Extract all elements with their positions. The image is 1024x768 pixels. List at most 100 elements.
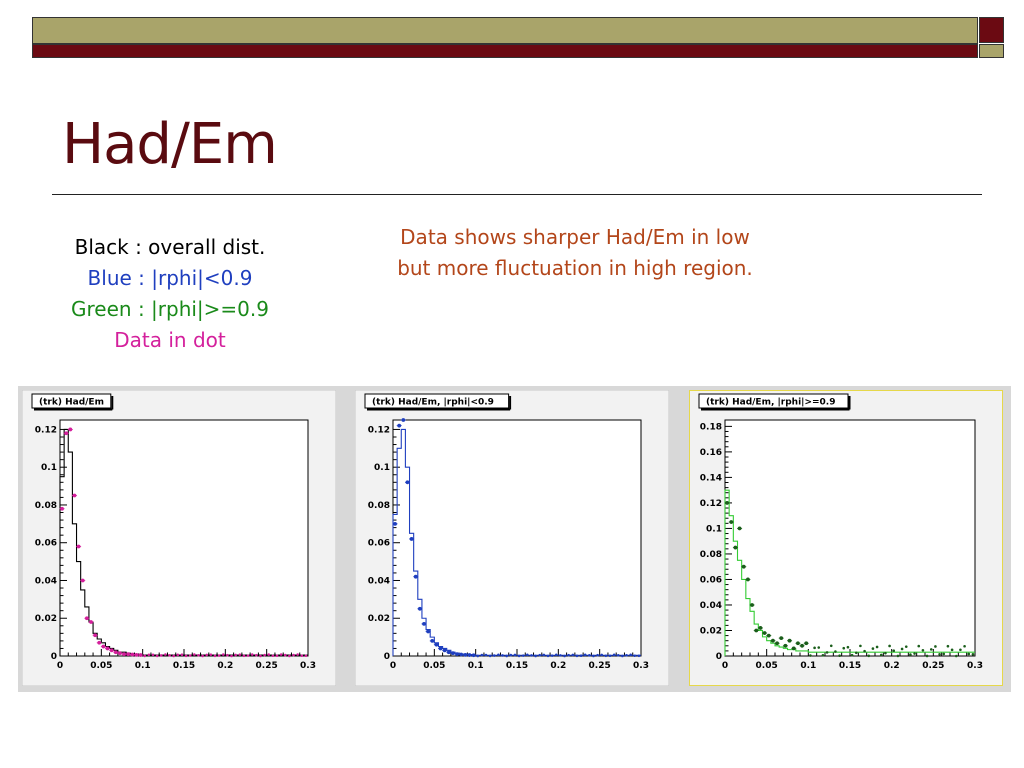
plot-frame — [392, 419, 642, 657]
data-point-tail — [509, 653, 513, 657]
x-tick-label: 0.25 — [922, 661, 944, 671]
data-point-tail — [151, 653, 155, 657]
observation-note: Data shows sharper Had/Em in low but mor… — [360, 222, 790, 284]
x-tick-label: 0.25 — [256, 661, 278, 671]
x-tick-label: 0.15 — [839, 661, 861, 671]
y-tick-label: 0.06 — [700, 575, 722, 585]
data-point-tail — [896, 654, 900, 658]
data-point-tail — [255, 653, 258, 657]
chart-title: (trk) Had/Em — [39, 398, 104, 408]
data-point-tail — [234, 653, 237, 657]
data-point-tail — [209, 653, 213, 656]
data-point-tail — [271, 654, 275, 658]
y-tick-label: 0.04 — [35, 576, 57, 586]
data-point-tail — [842, 646, 846, 650]
data-point-tail — [596, 653, 599, 657]
data-point-tail — [954, 654, 958, 658]
data-point-tail — [579, 654, 583, 658]
y-tick-label: 0.02 — [368, 614, 390, 624]
data-point-tail — [501, 654, 504, 657]
legend-green: Green : |rphi|>=0.9 — [71, 297, 269, 321]
chart-panel-rphi-high: (trk) Had/Em, |rphi|>=0.9 0 0.02 0.04 0.06 0.… — [689, 390, 1003, 686]
data-point-tail — [296, 653, 299, 656]
data-point-tail — [592, 654, 595, 658]
data-point-tail — [854, 651, 858, 655]
data-point-tail — [530, 654, 533, 657]
data-point-tail — [867, 654, 871, 658]
data-point-tail — [484, 653, 488, 657]
data-point-tail — [900, 647, 904, 651]
data-point-tail — [159, 654, 163, 657]
data-point-tail — [604, 654, 608, 658]
data-point-tail — [892, 649, 896, 653]
color-legend: Black : overall dist. Blue : |rphi|<0.9 … — [20, 232, 320, 356]
data-point-tail — [834, 650, 837, 653]
observation-note-line-1: Data shows sharper Had/Em in low — [400, 225, 750, 249]
data-point-tail — [480, 653, 484, 657]
data-point-tail — [230, 654, 233, 658]
data-point-tail — [221, 653, 225, 656]
y-tick-label: 0.06 — [35, 539, 57, 549]
data-point-tail — [217, 654, 221, 657]
data-point-tail — [921, 648, 925, 652]
x-tick-label: 0.25 — [589, 661, 611, 671]
data-point-tail — [608, 654, 612, 658]
x-tick-label: 0 — [57, 661, 63, 671]
x-tick-label: 0.1 — [800, 661, 816, 671]
y-tick-label: 0.1 — [41, 463, 57, 473]
data-point-tail — [925, 654, 929, 658]
data-point-tail — [505, 654, 508, 658]
data-point-tail — [304, 654, 308, 658]
data-point-tail — [526, 653, 529, 657]
data-point-tail — [871, 647, 875, 650]
y-tick-label: 0.08 — [368, 501, 390, 511]
data-point-tail — [829, 644, 833, 648]
y-tick-label: 0.1 — [706, 524, 722, 534]
data-point-tail — [534, 654, 537, 658]
data-point-tail — [563, 654, 566, 658]
y-tick-label: 0.16 — [700, 448, 722, 458]
data-point-tail — [863, 649, 866, 653]
data-point-tail — [517, 654, 521, 658]
x-tick-label: 0.3 — [967, 661, 983, 671]
data-point-tail — [959, 648, 962, 652]
y-tick-label: 0.14 — [700, 473, 722, 483]
data-point-tail — [904, 645, 908, 648]
data-point-tail — [226, 653, 229, 657]
data-point-tail — [913, 652, 916, 655]
y-tick-label: 0.02 — [35, 614, 57, 624]
data-point-tail — [538, 653, 542, 657]
x-tick-label: 0.2 — [550, 661, 566, 671]
slide-title: Had/Em — [62, 112, 278, 177]
data-point-tail — [213, 654, 217, 658]
data-point-tail — [164, 653, 167, 656]
x-tick-label: 0 — [390, 661, 396, 671]
title-rule — [52, 194, 982, 195]
data-point-tail — [168, 654, 171, 657]
chart-title: (trk) Had/Em, |rphi|>=0.9 — [706, 398, 835, 408]
data-point-tail — [242, 654, 246, 658]
data-point-tail — [971, 652, 975, 656]
data-point-tail — [821, 654, 825, 657]
data-point-tail — [292, 653, 295, 657]
x-tick-label: 0.1 — [468, 661, 484, 671]
y-tick-label: 0.06 — [368, 539, 390, 549]
x-tick-label: 0.15 — [506, 661, 528, 671]
y-tick-label: 0.12 — [35, 425, 57, 435]
data-point-tail — [967, 652, 971, 656]
data-point-tail — [875, 645, 879, 649]
data-point-tail — [588, 654, 591, 657]
header-band-maroon — [32, 44, 978, 58]
data-point-tail — [950, 648, 954, 652]
data-point-tail — [197, 653, 200, 657]
observation-note-line-2: but more fluctuation in high region. — [397, 256, 753, 280]
y-tick-label: 0.18 — [700, 422, 722, 432]
data-point-tail — [238, 653, 242, 656]
data-point-tail — [612, 653, 616, 657]
data-point-tail — [155, 654, 159, 658]
x-tick-label: 0.3 — [300, 661, 316, 671]
data-point-tail — [629, 653, 632, 657]
y-tick-label: 0.12 — [700, 499, 722, 509]
data-point-tail — [521, 654, 525, 657]
data-point-tail — [550, 654, 554, 657]
